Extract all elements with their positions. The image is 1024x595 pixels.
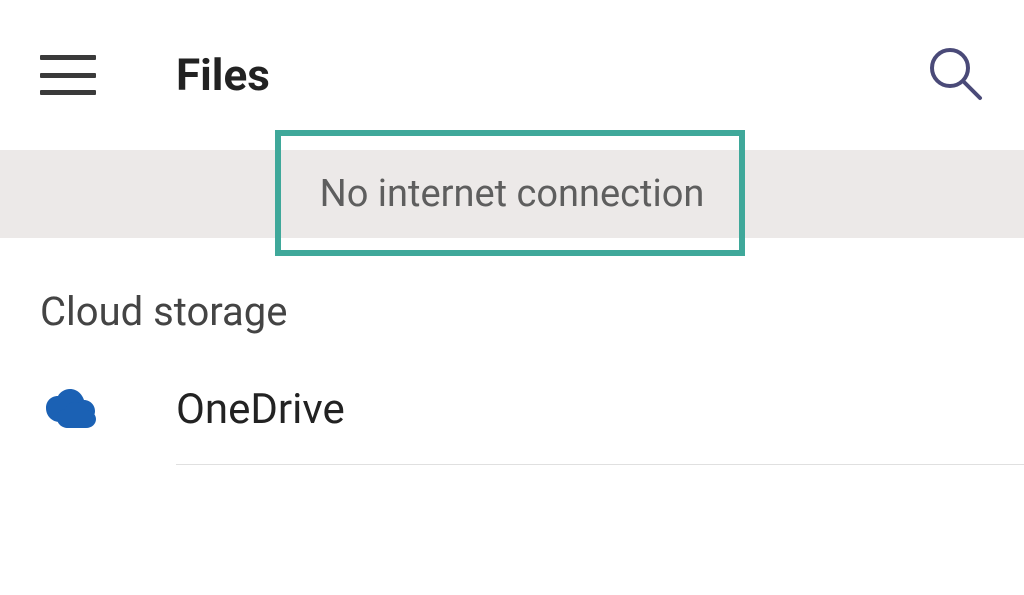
onedrive-icon	[40, 386, 104, 434]
storage-item-onedrive[interactable]: OneDrive	[0, 355, 1024, 464]
banner-message: No internet connection	[320, 172, 705, 216]
storage-item-label: OneDrive	[176, 385, 345, 434]
app-header: Files	[0, 0, 1024, 150]
connection-banner: No internet connection	[0, 150, 1024, 238]
list-divider	[176, 464, 1024, 465]
page-title: Files	[176, 49, 270, 101]
menu-icon[interactable]	[40, 55, 96, 95]
section-header: Cloud storage	[0, 238, 1024, 355]
search-icon[interactable]	[926, 44, 984, 106]
